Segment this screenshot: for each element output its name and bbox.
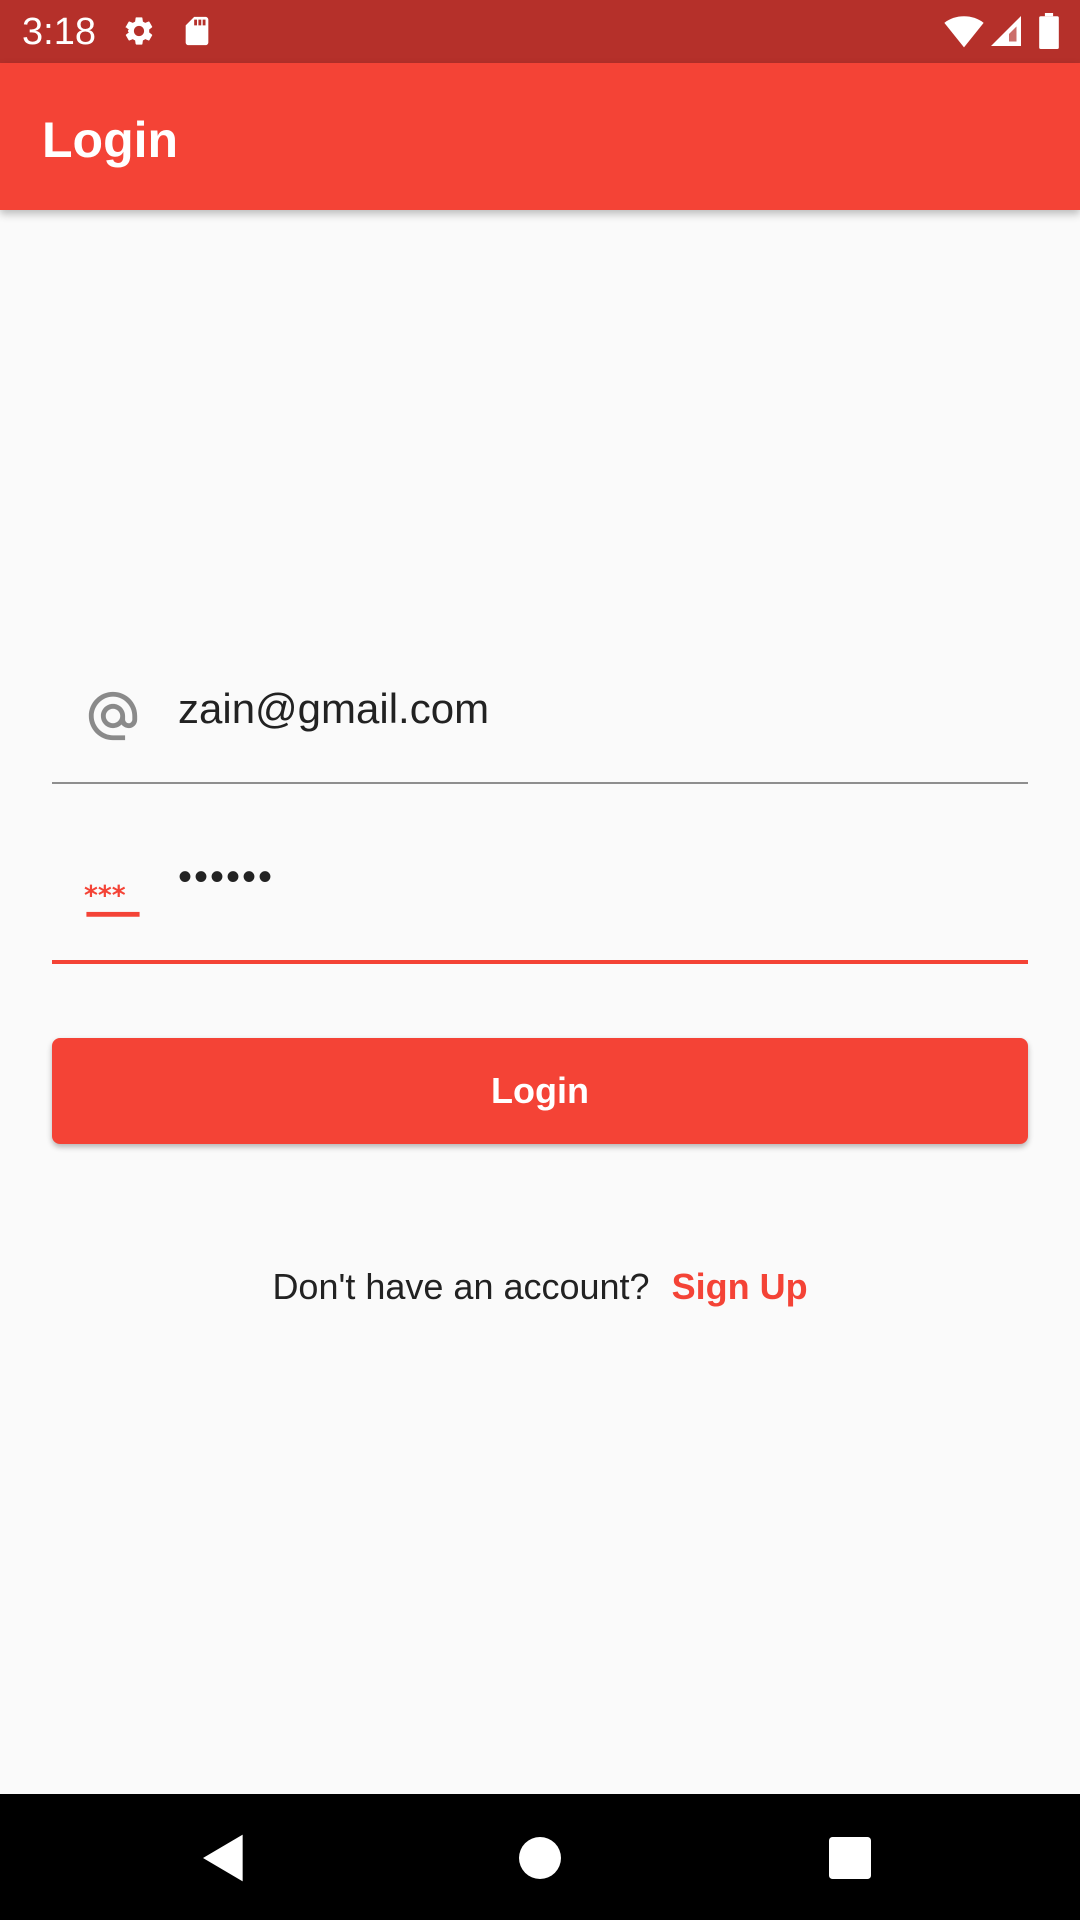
wifi-icon [944, 16, 984, 48]
back-icon[interactable] [196, 1830, 252, 1886]
battery-icon [1039, 13, 1059, 49]
password-input[interactable] [178, 842, 998, 912]
svg-text:***: *** [84, 881, 126, 912]
signup-link[interactable]: Sign Up [672, 1266, 808, 1307]
sd-card-icon [185, 16, 209, 46]
settings-icon [125, 17, 153, 45]
navigation-bar [0, 1794, 1080, 1920]
login-screen: 3:18 Login *** [0, 0, 1080, 1920]
home-icon[interactable] [512, 1830, 568, 1886]
app-bar: Login [0, 63, 1080, 210]
signal-icon [991, 16, 1021, 46]
recents-icon[interactable] [822, 1830, 878, 1886]
signup-prompt: Don't have an account? Sign Up [0, 1262, 1080, 1312]
signup-prompt-text: Don't have an account? [272, 1266, 650, 1307]
page-title: Login [42, 112, 179, 168]
password-field[interactable]: *** [52, 840, 1028, 964]
email-input[interactable] [178, 674, 998, 744]
at-sign-icon [88, 691, 138, 741]
email-field[interactable] [52, 660, 1028, 784]
status-bar: 3:18 [0, 0, 1080, 63]
login-button[interactable]: Login [52, 1038, 1028, 1144]
password-asterisks-icon: *** [84, 881, 140, 917]
status-time: 3:18 [22, 11, 96, 53]
